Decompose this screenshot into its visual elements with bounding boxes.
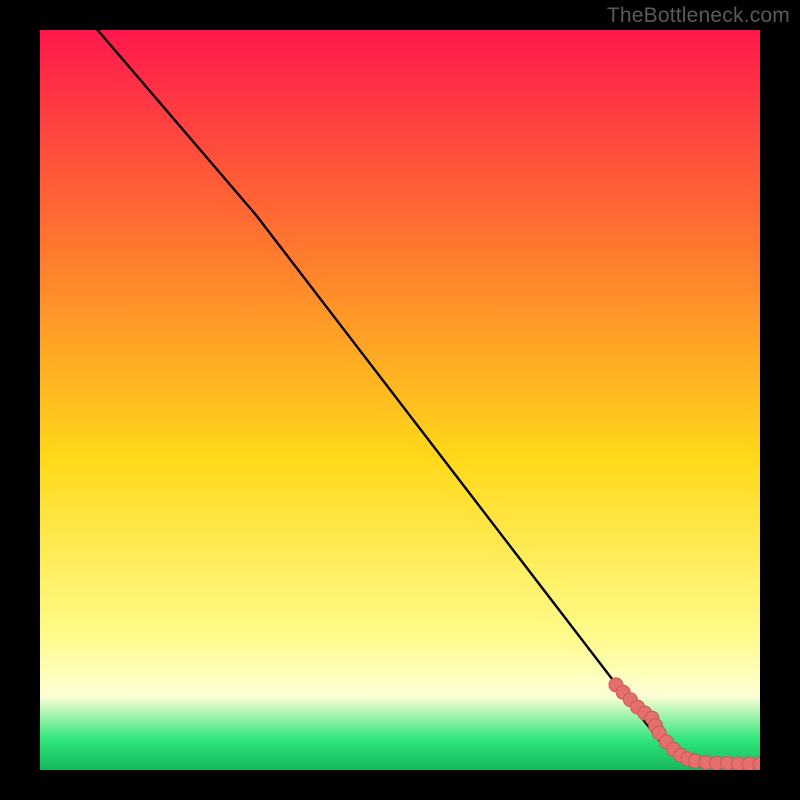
watermark-text: TheBottleneck.com bbox=[607, 4, 790, 28]
gradient-background bbox=[40, 30, 760, 770]
chart-frame: TheBottleneck.com bbox=[0, 0, 800, 800]
chart-svg bbox=[40, 30, 760, 770]
plot-area bbox=[40, 30, 760, 770]
